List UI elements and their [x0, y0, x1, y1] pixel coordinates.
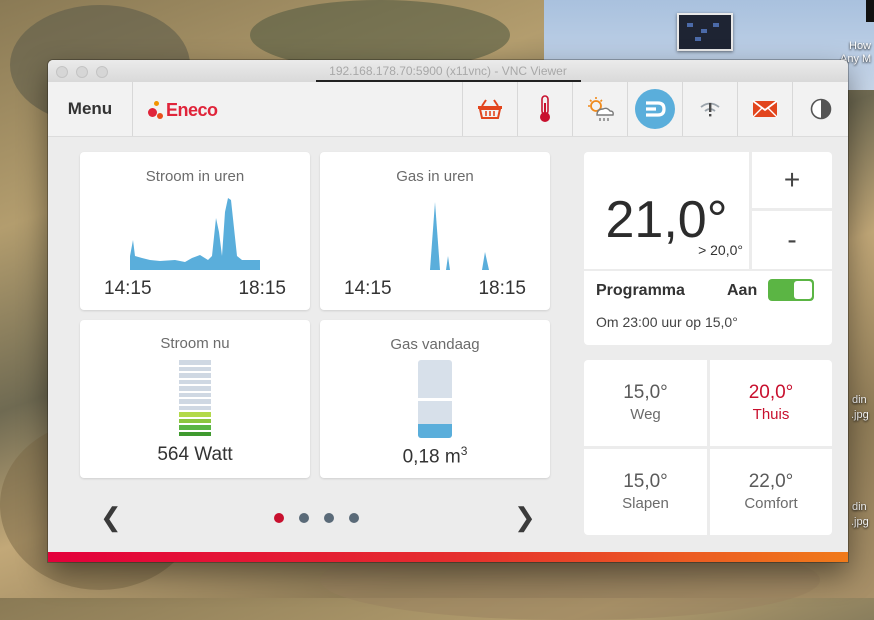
tile-gas-in-uren[interactable]: Gas in uren 14:15 18:15: [320, 152, 550, 310]
vnc-window: 192.168.178.70:5900 (x11vnc) - VNC Viewe…: [48, 60, 848, 562]
tile-title: Gas vandaag: [390, 336, 480, 353]
page-dot[interactable]: [324, 513, 334, 523]
current-temperature: 21,0°: [605, 191, 728, 249]
wifi-alert-button[interactable]: [682, 82, 737, 136]
desktop-file-label[interactable]: .jpg: [851, 516, 869, 529]
chart-start-time: 14:15: [344, 278, 392, 299]
preset-name: Thuis: [752, 406, 790, 423]
power-meter-bar: [179, 366, 211, 371]
desktop-file-label[interactable]: How: [849, 40, 871, 53]
program-label: Programma: [596, 282, 685, 299]
program-toggle-knob: [794, 281, 812, 299]
contrast-button[interactable]: [792, 82, 848, 136]
previous-page-arrow-icon[interactable]: ❮: [100, 504, 122, 530]
power-meter-bar: [179, 405, 211, 410]
basket-button[interactable]: [462, 82, 517, 136]
tile-stroom-nu[interactable]: Stroom nu 564 Watt: [80, 320, 310, 478]
display-button[interactable]: [627, 82, 682, 136]
power-meter-bar: [179, 386, 211, 391]
preset-name: Comfort: [744, 495, 798, 512]
tile-gas-vandaag[interactable]: Gas vandaag 0,18 m3: [320, 320, 550, 478]
program-toggle[interactable]: [768, 279, 814, 301]
chart-end-time: 18:15: [238, 278, 286, 299]
gas-gauge: [418, 360, 452, 438]
weather-button[interactable]: [572, 82, 627, 136]
program-state-label: Aan: [727, 282, 758, 299]
gas-hours-chart: [430, 202, 489, 270]
current-temperature-panel: 21,0° > 20,0°: [584, 152, 749, 269]
power-meter-bar: [179, 373, 211, 378]
preset-slapen[interactable]: 15,0° Slapen: [584, 449, 707, 535]
basket-icon: [478, 99, 502, 119]
preset-temperature: 20,0°: [748, 382, 794, 403]
tile-title: Stroom nu: [160, 335, 230, 352]
power-meter-bar: [179, 360, 211, 365]
gas-value: 0,18 m3: [320, 444, 550, 468]
thermometer-icon: [540, 95, 550, 122]
chart-start-time: 14:15: [104, 278, 152, 299]
preset-name: Weg: [630, 406, 661, 423]
power-meter-bar: [179, 412, 211, 417]
menu-button[interactable]: Menu: [48, 82, 133, 136]
power-meter-bar: [179, 418, 211, 423]
tile-stroom-in-uren[interactable]: Stroom in uren 14:15 18:15: [80, 152, 310, 310]
program-info: Om 23:00 uur op 15,0°: [596, 314, 738, 330]
brand-color-bar: [48, 552, 848, 562]
wifi-alert-icon: [700, 102, 720, 117]
tile-title: Gas in uren: [396, 168, 474, 185]
preset-comfort[interactable]: 22,0° Comfort: [710, 449, 832, 535]
preset-temperature: 15,0°: [623, 382, 668, 403]
power-meter: [179, 360, 211, 438]
contrast-icon: [810, 98, 832, 120]
page-dot[interactable]: [299, 513, 309, 523]
power-meter-bar: [179, 425, 211, 430]
stroom-hours-chart: [130, 198, 260, 270]
window-title: 192.168.178.70:5900 (x11vnc) - VNC Viewe…: [329, 64, 567, 78]
preset-name: Slapen: [622, 495, 669, 512]
setpoint-temperature: > 20,0°: [698, 242, 743, 258]
thermometer-button[interactable]: [517, 82, 572, 136]
power-meter-bar: [179, 379, 211, 384]
chart-end-time: 18:15: [478, 278, 526, 299]
decrease-temperature-button[interactable]: -: [752, 211, 832, 269]
app-header: Menu Eneco: [48, 82, 848, 137]
increase-temperature-button[interactable]: +: [752, 152, 832, 208]
eneco-logo-text: Eneco: [166, 99, 218, 120]
power-meter-bar: [179, 399, 211, 404]
page-dot[interactable]: [274, 513, 284, 523]
preset-temperature: 15,0°: [623, 471, 668, 492]
preset-thuis[interactable]: 20,0° Thuis: [710, 360, 832, 446]
mail-icon: [752, 100, 778, 118]
gas-value-unit-superscript: 3: [460, 444, 468, 458]
desktop-thumbnail-icon[interactable]: [677, 13, 733, 51]
eneco-logo: Eneco: [148, 98, 218, 122]
desktop-file-label[interactable]: din: [852, 394, 867, 407]
display-icon: [635, 89, 675, 129]
page-dot[interactable]: [349, 513, 359, 523]
next-page-arrow-icon[interactable]: ❯: [514, 504, 536, 530]
gas-value-number: 0,18 m: [402, 446, 461, 468]
desktop-file-label[interactable]: din: [852, 501, 867, 514]
power-meter-bar: [179, 392, 211, 397]
mail-button[interactable]: [737, 82, 792, 136]
desktop-file-icon[interactable]: [866, 0, 874, 22]
eneco-logo-mark: [148, 99, 166, 121]
weather-icon: [588, 97, 614, 121]
tile-title: Stroom in uren: [145, 168, 245, 185]
desktop-file-label[interactable]: .jpg: [851, 409, 869, 422]
program-panel: Programma Aan Om 23:00 uur op 15,0°: [584, 271, 832, 345]
preset-weg[interactable]: 15,0° Weg: [584, 360, 707, 446]
power-meter-bar: [179, 431, 211, 436]
window-titlebar[interactable]: 192.168.178.70:5900 (x11vnc) - VNC Viewe…: [48, 60, 848, 83]
power-value: 564 Watt: [157, 444, 233, 465]
preset-temperature: 22,0°: [748, 471, 794, 492]
